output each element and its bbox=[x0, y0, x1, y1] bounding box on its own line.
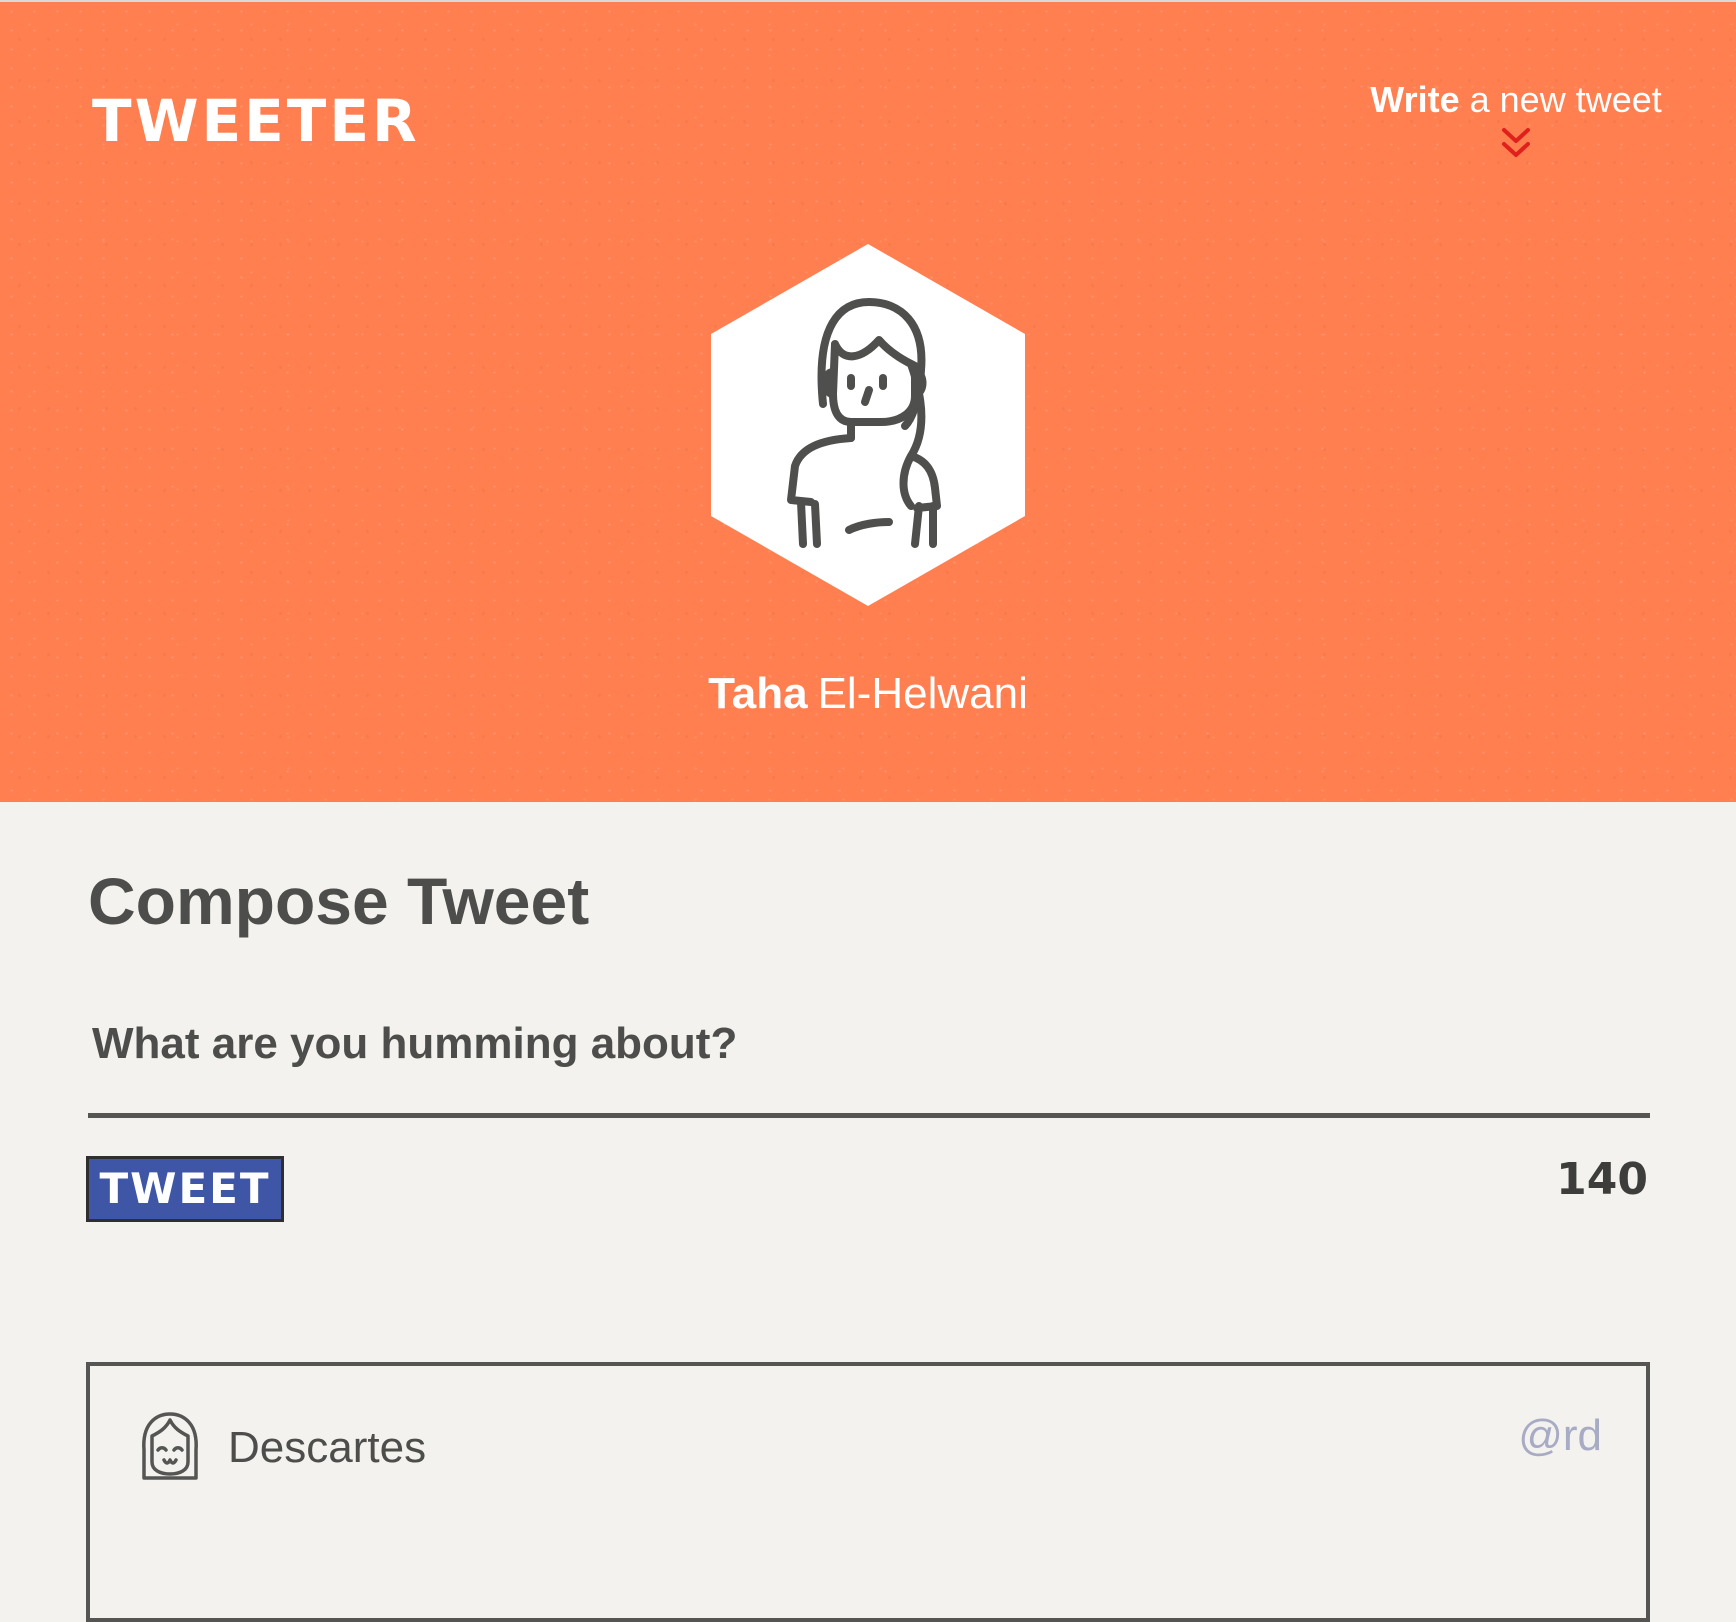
tweet-input[interactable] bbox=[88, 1008, 1650, 1118]
write-link-strong: Write bbox=[1370, 79, 1460, 120]
double-chevron-down-icon[interactable] bbox=[1496, 124, 1536, 164]
woman-avatar-icon bbox=[711, 244, 1025, 606]
write-new-tweet-link[interactable]: Write a new tweet bbox=[1356, 80, 1676, 164]
tweet-card: Descartes @rd bbox=[86, 1362, 1650, 1622]
girl-avatar-icon bbox=[142, 1412, 198, 1480]
profile-name: Taha El-Helwani bbox=[0, 672, 1736, 716]
profile-avatar bbox=[711, 244, 1025, 606]
profile-last-name: El-Helwani bbox=[817, 669, 1028, 718]
brand-logo[interactable]: TWEETER bbox=[92, 92, 420, 150]
profile-first-name: Taha bbox=[708, 669, 808, 718]
profile-header: TWEETER Write a new tweet Taha El-Helwan… bbox=[0, 2, 1736, 802]
compose-title: Compose Tweet bbox=[88, 864, 590, 938]
write-link-rest: a new tweet bbox=[1469, 79, 1662, 120]
tweet-author-handle[interactable]: @rd bbox=[1518, 1414, 1602, 1458]
char-counter: 140 bbox=[1556, 1154, 1648, 1205]
tweet-author-name[interactable]: Descartes bbox=[228, 1426, 426, 1470]
tweet-button[interactable]: TWEET bbox=[86, 1156, 284, 1222]
